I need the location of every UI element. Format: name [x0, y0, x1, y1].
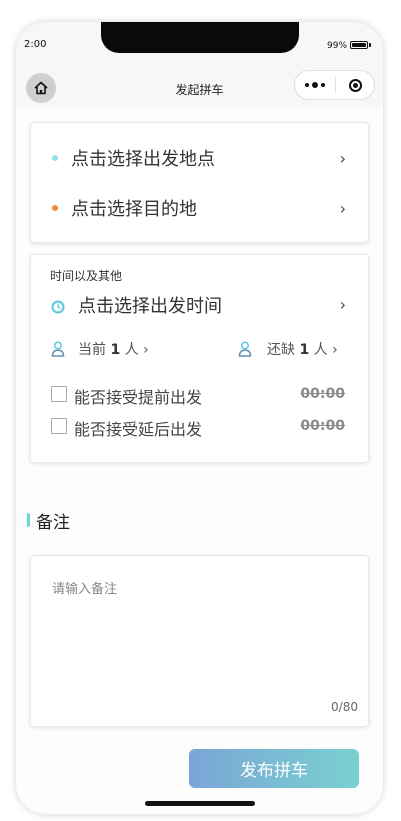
details-card: 时间以及其他 点击选择出发时间 › 当前 1 人 › 还缺 1 人 › 能否接受…	[30, 254, 369, 463]
missing-passengers: 还缺 1 人 ›	[267, 342, 338, 358]
accept-late-label: 能否接受延后出发	[74, 420, 203, 439]
route-card: 点击选择出发地点 › 点击选择目的地 ›	[30, 122, 369, 243]
close-mini-program-button[interactable]	[336, 71, 374, 99]
accept-late-checkbox[interactable]	[51, 418, 67, 434]
note-title: 备注	[36, 513, 70, 533]
departure-selector[interactable]: 点击选择出发地点 ›	[31, 143, 368, 173]
notch	[101, 22, 299, 53]
battery-percentage: 99%	[327, 41, 348, 51]
page-content: 点击选择出发地点 › 点击选择目的地 › 时间以及其他 点击选择出发时间 › 当…	[16, 108, 383, 814]
section-label: 时间以及其他	[50, 269, 123, 283]
phone-frame: 2:00 99% 发起拼车 点击选择出发地点 › 点击选择目的地 › 时间以及其…	[16, 22, 383, 814]
early-time-value[interactable]: 00:00	[300, 386, 345, 402]
departure-time-label: 点击选择出发时间	[78, 296, 222, 317]
battery-tip	[369, 43, 371, 47]
late-time-value[interactable]: 00:00	[300, 418, 345, 434]
note-placeholder: 请输入备注	[52, 582, 118, 597]
destination-selector[interactable]: 点击选择目的地 ›	[31, 193, 368, 223]
home-indicator	[145, 801, 255, 806]
mini-program-capsule	[294, 70, 375, 100]
departure-dot-icon	[52, 155, 58, 161]
chevron-right-icon: ›	[339, 148, 346, 168]
accept-early-checkbox[interactable]	[51, 386, 67, 402]
publish-button[interactable]: 发布拼车	[189, 749, 359, 788]
status-time: 2:00	[24, 39, 47, 50]
current-passengers: 当前 1 人 ›	[78, 342, 149, 358]
chevron-right-icon: ›	[143, 342, 149, 358]
note-char-count: 0/80	[331, 700, 358, 714]
departure-label: 点击选择出发地点	[71, 149, 215, 170]
chevron-right-icon: ›	[339, 295, 346, 314]
battery-icon	[350, 41, 368, 49]
note-input[interactable]: 请输入备注 0/80	[30, 555, 369, 727]
destination-dot-icon	[52, 205, 58, 211]
target-icon	[348, 78, 362, 92]
more-icon	[305, 82, 325, 88]
destination-label: 点击选择目的地	[71, 199, 197, 220]
person-icon	[238, 341, 252, 357]
more-button[interactable]	[295, 71, 335, 99]
clock-icon	[51, 300, 65, 314]
note-accent-bar	[27, 513, 30, 527]
chevron-right-icon: ›	[332, 342, 338, 358]
accept-early-label: 能否接受提前出发	[74, 388, 203, 407]
person-icon	[51, 341, 65, 357]
chevron-right-icon: ›	[339, 198, 346, 218]
